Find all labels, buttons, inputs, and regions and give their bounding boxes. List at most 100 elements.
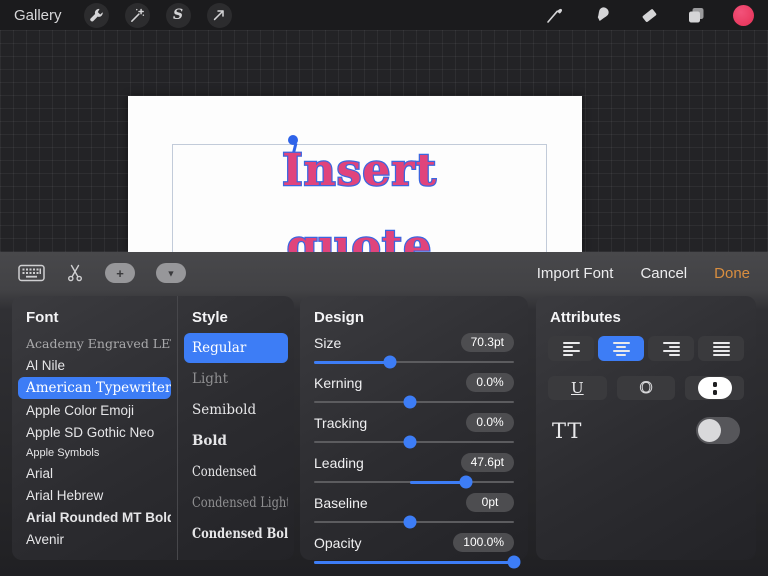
- font-item-al-nile[interactable]: Al Nile: [18, 355, 171, 376]
- scissors-icon: [66, 263, 84, 283]
- font-item-arial[interactable]: Arial: [18, 463, 171, 484]
- smudge-icon: [592, 5, 612, 25]
- style-panel: Style Regular Light Semibold Bold Condensed C…: [178, 296, 294, 560]
- list-item-label: Apple SD Gothic Neo: [26, 425, 155, 440]
- style-item-regular[interactable]: Regular: [184, 333, 288, 363]
- font-item-arial-rounded-mt-bold[interactable]: Arial Rounded MT Bold: [18, 507, 171, 528]
- text-bounding-box[interactable]: Insert quote: [172, 135, 547, 270]
- align-left-button[interactable]: [548, 336, 594, 361]
- slider-thumb[interactable]: [403, 435, 417, 449]
- smudge-button[interactable]: [592, 5, 612, 25]
- slider-thumb[interactable]: [507, 555, 521, 569]
- slider-label: Leading: [314, 454, 364, 471]
- style-item-semibold[interactable]: Semibold: [184, 395, 288, 425]
- slider[interactable]: [314, 514, 514, 529]
- plus-pill-button[interactable]: +: [105, 263, 135, 283]
- slider-thumb[interactable]: [403, 395, 417, 409]
- font-style-card: Font Academy Engraved LET Al Nile American…: [12, 296, 294, 560]
- layers-icon: [686, 5, 706, 25]
- tt-toggle-switch[interactable]: [696, 417, 740, 444]
- align-justify-button[interactable]: [698, 336, 744, 361]
- chevron-down-pill-button[interactable]: ▼: [156, 263, 186, 283]
- slider-thumb[interactable]: [383, 355, 397, 369]
- list-item-label: Semibold: [192, 402, 257, 418]
- list-item-label: Avenir: [26, 532, 65, 547]
- slider[interactable]: [314, 394, 514, 409]
- slider-value-badge: 0.0%: [466, 412, 514, 433]
- align-right-button[interactable]: [648, 336, 694, 361]
- slider-row-size: Size 70.3pt: [314, 332, 514, 369]
- underline-button[interactable]: U: [548, 376, 607, 400]
- font-editor-sheet: + ▼ Import Font Cancel Done Font Academy…: [0, 252, 768, 576]
- slider[interactable]: [314, 434, 514, 449]
- capitalization-row: TT: [552, 417, 740, 444]
- style-item-condensed[interactable]: Condensed: [184, 457, 288, 487]
- adjustments-button[interactable]: [124, 2, 150, 28]
- import-font-button[interactable]: Import Font: [537, 265, 614, 282]
- slider[interactable]: [314, 474, 514, 489]
- design-sliders: Size 70.3pt Kerning 0.0% Tracking 0.0% L…: [300, 332, 528, 569]
- keyboard-icon: [18, 264, 45, 282]
- style-panel-header: Style: [192, 309, 228, 326]
- font-item-avenir[interactable]: Avenir: [18, 529, 171, 550]
- font-item-apple-sd-gothic-neo[interactable]: Apple SD Gothic Neo: [18, 422, 171, 443]
- slider-thumb[interactable]: [459, 475, 473, 489]
- selection-button[interactable]: S: [165, 2, 191, 28]
- alignment-button-group: [548, 336, 744, 361]
- cancel-button[interactable]: Cancel: [640, 265, 687, 282]
- font-item-american-typewriter[interactable]: American Typewriter: [18, 377, 171, 399]
- actions-button[interactable]: [83, 2, 109, 28]
- canvas-text-line-1[interactable]: Insert: [173, 147, 546, 194]
- brush-button[interactable]: [545, 5, 565, 25]
- font-panel-header: Font: [26, 309, 59, 326]
- underline-icon: U: [571, 378, 584, 397]
- done-button[interactable]: Done: [714, 265, 750, 282]
- top-toolbar-right: [545, 4, 754, 26]
- attributes-panel-header: Attributes: [550, 309, 621, 326]
- align-center-button[interactable]: [598, 336, 644, 361]
- outline-button[interactable]: O: [616, 376, 676, 400]
- adjustments-wand-icon: [129, 7, 146, 24]
- font-item-apple-symbols[interactable]: Apple Symbols: [18, 444, 171, 462]
- slider[interactable]: [314, 354, 514, 369]
- font-item-arial-hebrew[interactable]: Arial Hebrew: [18, 485, 171, 506]
- list-item-label: Light: [192, 371, 229, 387]
- style-item-condensed-light[interactable]: Condensed Light: [184, 488, 288, 518]
- slider-thumb[interactable]: [403, 515, 417, 529]
- slider-fill: [410, 480, 466, 484]
- list-item-label: Apple Symbols: [26, 447, 100, 459]
- slider-row-kerning: Kerning 0.0%: [314, 372, 514, 409]
- sheet-panels: Font Academy Engraved LET Al Nile American…: [0, 296, 768, 576]
- style-list: Regular Light Semibold Bold Condensed Condens…: [178, 329, 294, 553]
- keyboard-button[interactable]: [18, 264, 45, 282]
- style-item-bold[interactable]: Bold: [184, 426, 288, 456]
- toggle-knob: [698, 419, 721, 442]
- slider[interactable]: [314, 554, 521, 569]
- chevron-down-icon: ▼: [166, 268, 176, 278]
- style-item-light[interactable]: Light: [184, 364, 288, 394]
- attributes-panel: Attributes U O TT: [536, 296, 756, 560]
- list-item-label: Condensed Bold: [192, 526, 288, 542]
- sheet-toolbar-left: + ▼: [18, 263, 186, 283]
- plus-icon: +: [116, 265, 124, 281]
- eraser-button[interactable]: [639, 5, 659, 25]
- outline-icon: O: [639, 378, 653, 397]
- slider-value-badge: 100.0%: [453, 532, 514, 553]
- cut-button[interactable]: [66, 263, 84, 283]
- eraser-icon: [639, 5, 659, 25]
- align-icon: [712, 341, 730, 356]
- font-item-apple-color-emoji[interactable]: Apple Color Emoji: [18, 400, 171, 421]
- list-item-label: Arial Rounded MT Bold: [26, 510, 171, 525]
- brush-icon: [545, 5, 565, 25]
- list-item-label: American Typewriter: [26, 380, 171, 396]
- gallery-button[interactable]: Gallery: [14, 7, 62, 24]
- transform-button[interactable]: [206, 2, 232, 28]
- font-item-academy-engraved-let[interactable]: Academy Engraved LET: [18, 333, 171, 354]
- color-swatch[interactable]: [733, 4, 754, 26]
- style-item-condensed-bold[interactable]: Condensed Bold: [184, 519, 288, 549]
- sheet-toolbar: + ▼ Import Font Cancel Done: [0, 252, 768, 294]
- slider-label: Size: [314, 334, 342, 351]
- fill-ellipsis-button[interactable]: [685, 376, 745, 400]
- layers-button[interactable]: [686, 5, 706, 25]
- artwork-canvas[interactable]: Insert quote: [128, 96, 582, 270]
